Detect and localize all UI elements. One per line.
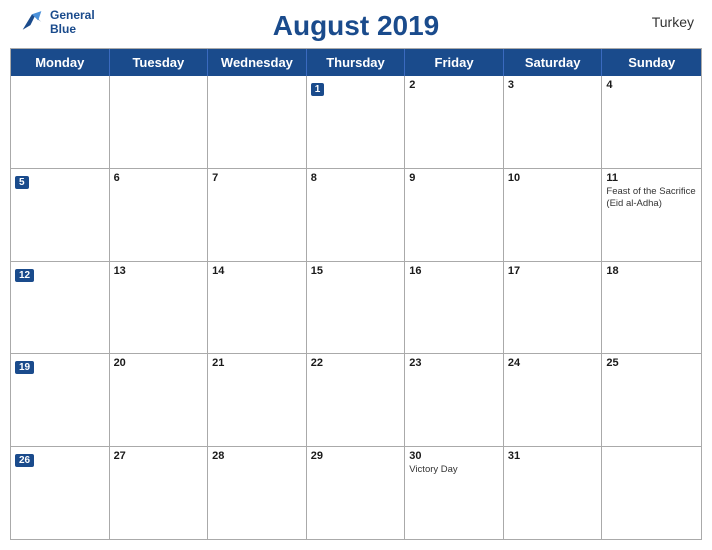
day-number-28: 28 [212, 450, 302, 462]
day-cell-1-2: 7 [208, 169, 307, 261]
day-cell-3-3: 22 [307, 354, 406, 446]
day-cell-1-6: 11 Feast of the Sacrifice (Eid al-Adha) [602, 169, 701, 261]
weeks-container: 1234567891011Feast of the Sacrifice (Eid… [11, 76, 701, 539]
day-number-19: 19 [15, 361, 34, 374]
day-number-27: 27 [114, 450, 204, 462]
day-number-16: 16 [409, 265, 499, 277]
logo-general: General [50, 8, 95, 22]
day-cell-2-2: 14 [208, 262, 307, 354]
day-cell-2-6: 18 [602, 262, 701, 354]
day-cell-1-4: 9 [405, 169, 504, 261]
day-number-15: 15 [311, 265, 401, 277]
day-cell-3-6: 25 [602, 354, 701, 446]
day-cell-4-0: 26 [11, 447, 110, 539]
day-cell-2-4: 16 [405, 262, 504, 354]
day-number-6: 6 [114, 172, 204, 184]
calendar-header: General Blue August 2019 Turkey [0, 0, 712, 48]
day-cell-3-4: 23 [405, 354, 504, 446]
month-title: August 2019 [273, 10, 440, 42]
day-cell-0-5: 3 [504, 76, 603, 168]
day-number-3: 3 [508, 79, 598, 91]
day-number-7: 7 [212, 172, 302, 184]
day-cell-0-4: 2 [405, 76, 504, 168]
day-cell-1-1: 6 [110, 169, 209, 261]
header-thursday: Thursday [307, 49, 406, 76]
day-cell-2-0: 12 [11, 262, 110, 354]
week-row-1: 5 6789 10 11 Feast of the Sacrifice (Eid al-… [11, 168, 701, 261]
day-cell-3-5: 24 [504, 354, 603, 446]
event-text: Feast of the Sacrifice (Eid al-Adha) [606, 186, 697, 211]
day-number-23: 23 [409, 357, 499, 369]
day-number-30: 30 [409, 450, 499, 462]
day-cell-4-5: 31 [504, 447, 603, 539]
day-cell-0-0 [11, 76, 110, 168]
day-number-18: 18 [606, 265, 697, 277]
day-number-25: 25 [606, 357, 697, 369]
day-number-31: 31 [508, 450, 598, 462]
day-cell-0-1 [110, 76, 209, 168]
day-cell-3-2: 21 [208, 354, 307, 446]
day-headers-row: Monday Tuesday Wednesday Thursday Friday… [11, 49, 701, 76]
day-cell-1-3: 8 [307, 169, 406, 261]
day-cell-1-5: 10 [504, 169, 603, 261]
week-row-3: 19 20 21 22 23 24 25 [11, 353, 701, 446]
week-row-2: 12 13 14 15 16 17 18 [11, 261, 701, 354]
day-number-29: 29 [311, 450, 401, 462]
day-cell-2-1: 13 [110, 262, 209, 354]
day-cell-3-0: 19 [11, 354, 110, 446]
day-number-24: 24 [508, 357, 598, 369]
event-text: Victory Day [409, 464, 499, 476]
day-number-2: 2 [409, 79, 499, 91]
header-monday: Monday [11, 49, 110, 76]
day-number-9: 9 [409, 172, 499, 184]
header-sunday: Sunday [602, 49, 701, 76]
week-row-0: 1 234 [11, 76, 701, 168]
header-wednesday: Wednesday [208, 49, 307, 76]
logo-text: General Blue [50, 8, 95, 37]
day-number-17: 17 [508, 265, 598, 277]
country-label: Turkey [652, 14, 694, 30]
day-cell-3-1: 20 [110, 354, 209, 446]
week-row-4: 26 27 28 29 30 Victory Day 31 [11, 446, 701, 539]
day-cell-0-3: 1 [307, 76, 406, 168]
day-number-4: 4 [606, 79, 697, 91]
day-number-20: 20 [114, 357, 204, 369]
logo-area: General Blue [18, 8, 95, 37]
logo-blue: Blue [50, 22, 76, 36]
calendar-wrapper: General Blue August 2019 Turkey Monday T… [0, 0, 712, 550]
day-number-14: 14 [212, 265, 302, 277]
day-cell-1-0: 5 [11, 169, 110, 261]
day-number-11: 11 [606, 172, 697, 184]
day-cell-2-3: 15 [307, 262, 406, 354]
day-number-12: 12 [15, 269, 34, 282]
day-cell-0-6: 4 [602, 76, 701, 168]
day-number-13: 13 [114, 265, 204, 277]
day-cell-4-4: 30 Victory Day [405, 447, 504, 539]
header-tuesday: Tuesday [110, 49, 209, 76]
logo-bird-icon [18, 8, 46, 36]
day-cell-0-2 [208, 76, 307, 168]
header-friday: Friday [405, 49, 504, 76]
day-cell-4-6 [602, 447, 701, 539]
day-number-10: 10 [508, 172, 598, 184]
day-number-22: 22 [311, 357, 401, 369]
day-cell-4-3: 29 [307, 447, 406, 539]
day-number-1: 1 [311, 83, 325, 96]
day-number-26: 26 [15, 454, 34, 467]
day-number-8: 8 [311, 172, 401, 184]
calendar-grid: Monday Tuesday Wednesday Thursday Friday… [10, 48, 702, 540]
day-number-21: 21 [212, 357, 302, 369]
day-cell-4-1: 27 [110, 447, 209, 539]
header-saturday: Saturday [504, 49, 603, 76]
day-cell-4-2: 28 [208, 447, 307, 539]
day-cell-2-5: 17 [504, 262, 603, 354]
day-number-5: 5 [15, 176, 29, 189]
